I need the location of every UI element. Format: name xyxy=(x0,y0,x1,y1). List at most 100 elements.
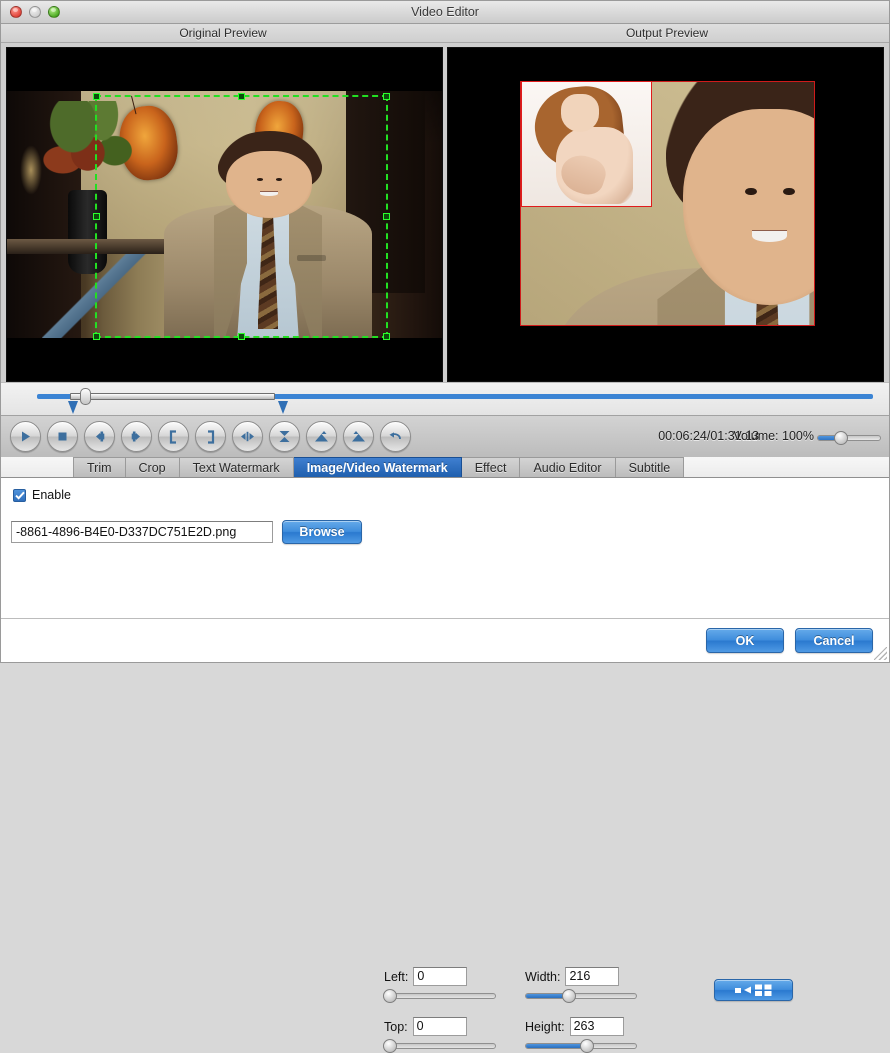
volume-label: Volume: 100% xyxy=(733,429,814,443)
output-mouth xyxy=(751,230,787,243)
flip-vertical-button[interactable] xyxy=(269,421,300,452)
flip-vertical-icon xyxy=(279,431,290,442)
tab-subtitle[interactable]: Subtitle xyxy=(615,457,685,477)
seek-trim-range xyxy=(70,393,276,400)
watermark-face xyxy=(560,94,600,132)
tab-image-video-watermark[interactable]: Image/Video Watermark xyxy=(293,457,462,477)
height-slider-knob[interactable] xyxy=(579,1039,594,1053)
rotate-left-button[interactable] xyxy=(306,421,337,452)
scene-mouth xyxy=(260,192,278,197)
close-button-icon[interactable] xyxy=(10,6,22,18)
left-field-group: Left: 0 xyxy=(383,967,499,1003)
scene-face xyxy=(226,151,312,218)
stop-icon xyxy=(58,432,67,441)
check-icon xyxy=(14,491,25,500)
set-start-button[interactable] xyxy=(158,421,189,452)
tab-bar: Trim Crop Text Watermark Image/Video Wat… xyxy=(1,457,889,478)
height-input[interactable]: 263 xyxy=(569,1017,624,1036)
footer-bar: OK Cancel xyxy=(1,619,889,662)
height-field-group: Height: 263 xyxy=(525,1017,640,1053)
cancel-button[interactable]: Cancel xyxy=(795,628,873,653)
resize-grip[interactable] xyxy=(874,647,887,660)
set-end-button[interactable] xyxy=(195,421,226,452)
scene-pocket xyxy=(297,254,327,262)
output-eye-right xyxy=(783,187,796,196)
enable-row[interactable]: Enable xyxy=(13,488,71,502)
left-slider-knob[interactable] xyxy=(383,989,397,1003)
watermark-settings-panel: Enable -8861-4896-B4E0-D337DC751E2D.png … xyxy=(1,478,889,1053)
play-button[interactable] xyxy=(10,421,41,452)
preview-area xyxy=(1,43,889,382)
zoom-button-icon[interactable] xyxy=(48,6,60,18)
tab-crop[interactable]: Crop xyxy=(125,457,180,477)
bracket-right-icon xyxy=(208,429,215,444)
left-input[interactable]: 0 xyxy=(413,967,468,986)
enable-checkbox[interactable] xyxy=(13,488,26,502)
next-frame-icon xyxy=(131,431,140,442)
apply-to-all-button[interactable] xyxy=(714,979,793,1001)
top-input[interactable]: 0 xyxy=(412,1017,467,1036)
width-field-group: Width: 216 xyxy=(525,967,640,1003)
width-slider-knob[interactable] xyxy=(562,989,577,1003)
volume-label-text: Volume: xyxy=(733,429,779,443)
stop-button[interactable] xyxy=(47,421,78,452)
tab-trim[interactable]: Trim xyxy=(73,457,126,477)
height-row: Height: 263 xyxy=(525,1017,640,1036)
width-slider-fill xyxy=(526,994,566,998)
width-input[interactable]: 216 xyxy=(565,967,620,986)
left-slider[interactable] xyxy=(383,989,496,1003)
output-preview-label: Output Preview xyxy=(625,26,709,40)
volume-slider[interactable] xyxy=(817,431,881,445)
play-icon xyxy=(22,431,30,442)
tab-text-watermark[interactable]: Text Watermark xyxy=(179,457,294,477)
prev-frame-icon xyxy=(96,431,105,442)
output-preview-pane[interactable] xyxy=(447,47,884,382)
top-slider[interactable] xyxy=(383,1039,496,1053)
minimize-button-icon[interactable] xyxy=(29,6,41,18)
watermark-overlay-image[interactable] xyxy=(521,81,652,207)
enable-label: Enable xyxy=(32,488,71,502)
browse-button[interactable]: Browse xyxy=(282,520,362,544)
window-title: Video Editor xyxy=(411,5,479,19)
volume-slider-knob[interactable] xyxy=(834,431,849,445)
tab-audio-editor[interactable]: Audio Editor xyxy=(520,457,616,477)
width-slider[interactable] xyxy=(525,989,637,1003)
original-preview-pane[interactable] xyxy=(6,47,443,382)
original-preview-label: Original Preview xyxy=(179,26,267,40)
split-button[interactable] xyxy=(232,421,263,452)
trim-end-marker[interactable] xyxy=(278,401,288,414)
undo-button[interactable] xyxy=(380,421,411,452)
rotate-left-icon xyxy=(315,430,328,441)
watermark-file-input[interactable]: -8861-4896-B4E0-D337DC751E2D.png xyxy=(11,521,273,543)
video-editor-window: Video Editor Original Preview Output Pre… xyxy=(0,0,890,1053)
previous-frame-button[interactable] xyxy=(84,421,115,452)
top-field-group: Top: 0 xyxy=(383,1017,499,1053)
seek-playhead[interactable] xyxy=(80,388,92,405)
top-slider-knob[interactable] xyxy=(383,1039,397,1053)
scene-eye-right xyxy=(275,177,282,181)
scene-eye-left xyxy=(257,177,264,181)
next-frame-button[interactable] xyxy=(121,421,152,452)
seek-track[interactable] xyxy=(37,388,873,405)
volume-value: 100% xyxy=(782,429,814,443)
scene-room xyxy=(7,91,442,338)
timeline-bar[interactable] xyxy=(1,382,889,415)
scene-person xyxy=(163,130,373,338)
ok-button[interactable]: OK xyxy=(706,628,784,653)
height-slider[interactable] xyxy=(525,1039,637,1053)
undo-icon xyxy=(389,432,401,440)
rotate-right-button[interactable] xyxy=(343,421,374,452)
output-eye-left xyxy=(745,187,758,196)
letterbox-bottom xyxy=(7,337,442,381)
letterbox-top xyxy=(7,48,442,92)
preview-headers: Original Preview Output Preview xyxy=(1,24,889,43)
trim-start-marker[interactable] xyxy=(68,401,78,414)
height-slider-fill xyxy=(526,1044,584,1048)
top-row: Top: 0 xyxy=(384,1017,499,1036)
tab-effect[interactable]: Effect xyxy=(461,457,521,477)
scene-lamp-glow xyxy=(20,145,42,195)
top-label: Top: xyxy=(384,1019,408,1034)
width-label: Width: xyxy=(525,969,561,984)
width-row: Width: 216 xyxy=(525,967,640,986)
title-bar: Video Editor xyxy=(1,1,889,24)
